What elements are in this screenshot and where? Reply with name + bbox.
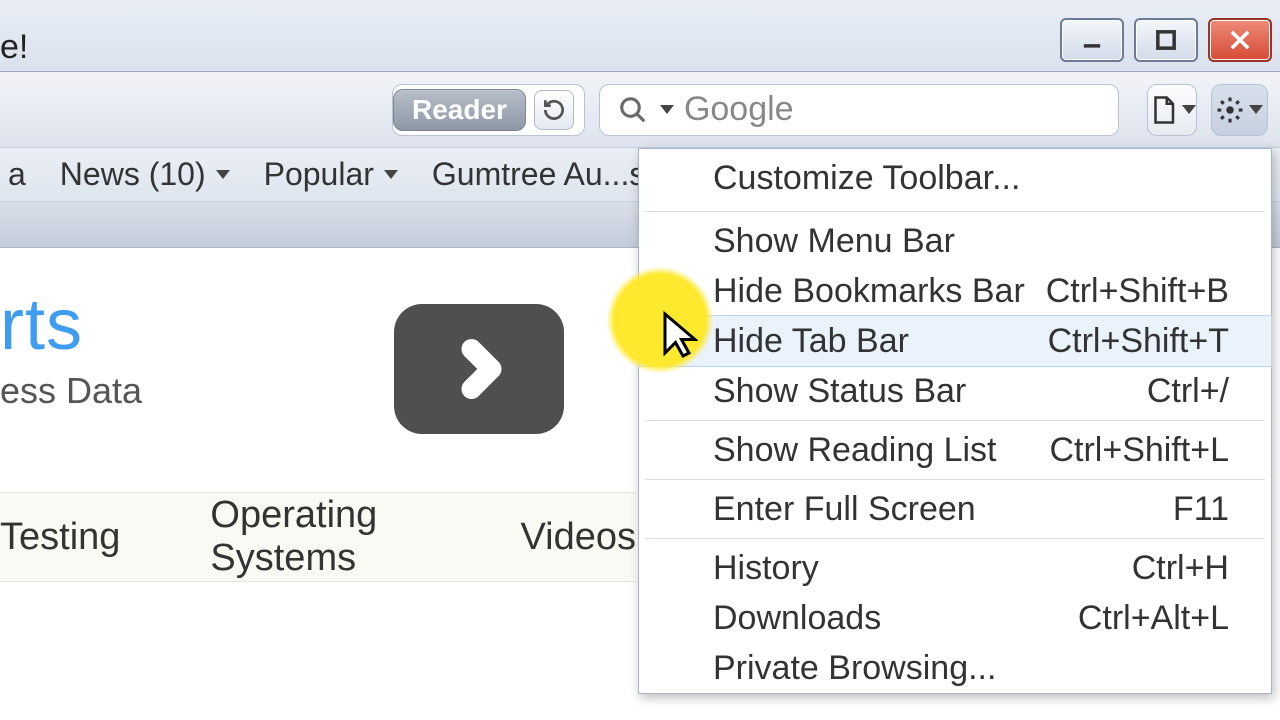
menu-item-label: Hide Bookmarks Bar [713, 272, 1025, 311]
menu-item-hide-tab-bar[interactable]: Hide Tab Bar Ctrl+Shift+T [639, 316, 1271, 366]
menu-item-show-reading-list[interactable]: Show Reading List Ctrl+Shift+L [639, 425, 1271, 475]
nav-item[interactable]: Operating Systems [210, 494, 430, 580]
menu-item-label: Show Status Bar [713, 372, 966, 411]
search-input[interactable]: Google [599, 84, 1119, 136]
address-bar-tail[interactable]: Reader [392, 84, 585, 136]
reader-button[interactable]: Reader [393, 89, 526, 131]
menu-item-show-status-bar[interactable]: Show Status Bar Ctrl+/ [639, 366, 1271, 416]
search-placeholder: Google [684, 90, 794, 129]
menu-item-shortcut: Ctrl+/ [1147, 372, 1229, 411]
window-controls [1060, 18, 1272, 62]
menu-item-history[interactable]: History Ctrl+H [639, 543, 1271, 593]
menu-item-private-browsing[interactable]: Private Browsing... [639, 643, 1271, 693]
page-content: rts ess Data Testing Operating Systems V… [0, 248, 636, 720]
next-arrow-button[interactable] [394, 304, 564, 434]
menu-item-shortcut: Ctrl+Shift+L [1049, 431, 1229, 470]
new-page-button[interactable] [1147, 84, 1197, 136]
close-button[interactable] [1208, 18, 1272, 62]
menu-separator [645, 211, 1265, 212]
menu-item-show-menu-bar[interactable]: Show Menu Bar [639, 216, 1271, 266]
menu-item-customize-toolbar[interactable]: Customize Toolbar... [639, 149, 1271, 207]
cursor-icon [662, 310, 698, 365]
menu-item-label: Show Reading List [713, 431, 997, 470]
menu-item-label: Hide Tab Bar [713, 322, 909, 361]
chevron-down-icon [216, 170, 230, 179]
menu-item-shortcut: F11 [1173, 490, 1229, 529]
bookmark-item[interactable]: a [8, 156, 26, 193]
bookmark-label: Popular [264, 156, 374, 193]
menu-item-enter-full-screen[interactable]: Enter Full Screen F11 [639, 484, 1271, 534]
menu-separator [645, 538, 1265, 539]
bookmark-item[interactable]: News (10) [60, 156, 230, 193]
menu-item-shortcut: Ctrl+H [1132, 549, 1229, 588]
nav-item[interactable]: Videos [520, 516, 636, 559]
settings-gear-button[interactable] [1211, 84, 1268, 136]
nav-item[interactable]: Testing [0, 516, 120, 559]
minimize-button[interactable] [1060, 18, 1124, 62]
bookmark-label: News (10) [60, 156, 206, 193]
menu-separator [645, 420, 1265, 421]
maximize-button[interactable] [1134, 18, 1198, 62]
menu-item-shortcut: Ctrl+Alt+L [1078, 599, 1229, 638]
menu-item-label: Customize Toolbar... [713, 159, 1020, 198]
reload-button[interactable] [534, 90, 574, 130]
menu-item-hide-bookmarks-bar[interactable]: Hide Bookmarks Bar Ctrl+Shift+B [639, 266, 1271, 316]
tab-title: e! [0, 28, 28, 67]
menu-item-downloads[interactable]: Downloads Ctrl+Alt+L [639, 593, 1271, 643]
menu-item-shortcut: Ctrl+Shift+T [1048, 322, 1229, 361]
chevron-down-icon [1249, 105, 1263, 114]
menu-separator [645, 479, 1265, 480]
settings-menu: Customize Toolbar... Show Menu Bar Hide … [638, 148, 1272, 694]
search-icon [616, 93, 650, 127]
chevron-down-icon [1182, 105, 1196, 114]
menu-item-label: History [713, 549, 819, 588]
menu-item-label: Enter Full Screen [713, 490, 976, 529]
toolbar: Reader Google [0, 72, 1280, 148]
search-engine-dropdown-icon[interactable] [660, 105, 674, 114]
window-titlebar: e! [0, 0, 1280, 72]
page-nav: Testing Operating Systems Videos [0, 492, 636, 582]
menu-item-label: Downloads [713, 599, 881, 638]
menu-item-label: Private Browsing... [713, 649, 996, 688]
bookmark-label: a [8, 156, 26, 193]
bookmark-item[interactable]: Popular [264, 156, 398, 193]
chevron-down-icon [384, 170, 398, 179]
menu-item-label: Show Menu Bar [713, 222, 955, 261]
menu-item-shortcut: Ctrl+Shift+B [1046, 272, 1229, 311]
